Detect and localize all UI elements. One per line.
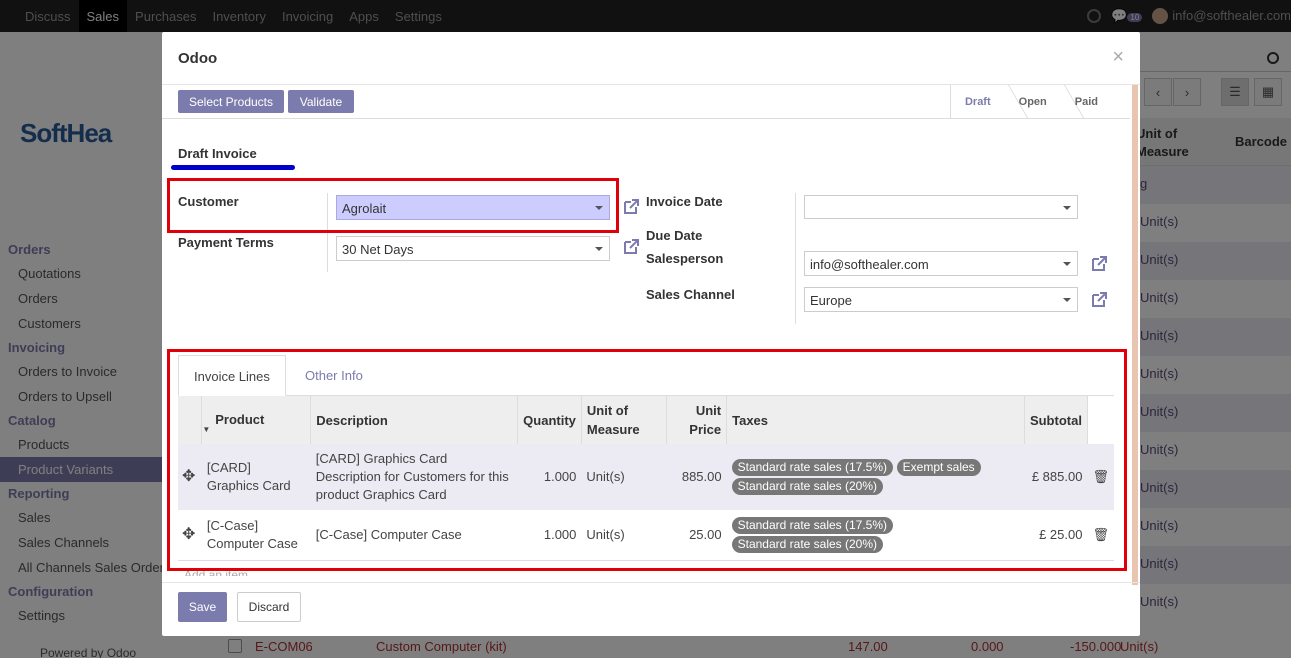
dialog-header: Odoo × — [162, 32, 1140, 85]
dialog-title: Odoo — [178, 50, 218, 67]
salesperson-label: Salesperson — [646, 251, 724, 266]
salesperson-select[interactable]: info@softhealer.com — [804, 251, 1078, 276]
status-pipeline: Draft Open Paid — [949, 85, 1112, 119]
save-button[interactable]: Save — [178, 592, 227, 622]
invoice-date-input[interactable] — [804, 195, 1078, 219]
state-paid[interactable]: Paid — [1061, 85, 1112, 119]
validate-button[interactable]: Validate — [288, 90, 354, 113]
sales-channel-select[interactable]: Europe — [804, 287, 1078, 312]
due-date-label: Due Date — [646, 228, 703, 243]
select-products-button[interactable]: Select Products — [178, 90, 284, 113]
sales-channel-label: Sales Channel — [646, 287, 735, 302]
payment-terms-select[interactable]: 30 Net Days — [336, 236, 610, 261]
dialog-footer: Save Discard — [162, 582, 1140, 636]
discard-button[interactable]: Discard — [237, 592, 301, 622]
invoice-dialog: Odoo × Select Products Validate Draft Op… — [162, 32, 1140, 636]
state-draft[interactable]: Draft — [951, 85, 1005, 119]
external-link-icon[interactable] — [1090, 291, 1108, 309]
field-separator — [795, 193, 796, 324]
scrollbar[interactable] — [1132, 85, 1138, 585]
external-link-icon[interactable] — [622, 198, 640, 216]
state-open[interactable]: Open — [1005, 85, 1061, 119]
external-link-icon[interactable] — [1090, 255, 1108, 273]
sheet-title: Draft Invoice — [178, 146, 257, 161]
highlight-box-customer — [167, 178, 619, 233]
external-link-icon[interactable] — [622, 238, 640, 256]
status-bar: Select Products Validate Draft Open Paid — [162, 85, 1130, 119]
close-icon[interactable]: × — [1112, 46, 1124, 69]
title-underline — [171, 165, 295, 170]
invoice-date-label: Invoice Date — [646, 194, 723, 209]
highlight-box-lines — [167, 349, 1127, 571]
payment-terms-label: Payment Terms — [178, 235, 274, 250]
